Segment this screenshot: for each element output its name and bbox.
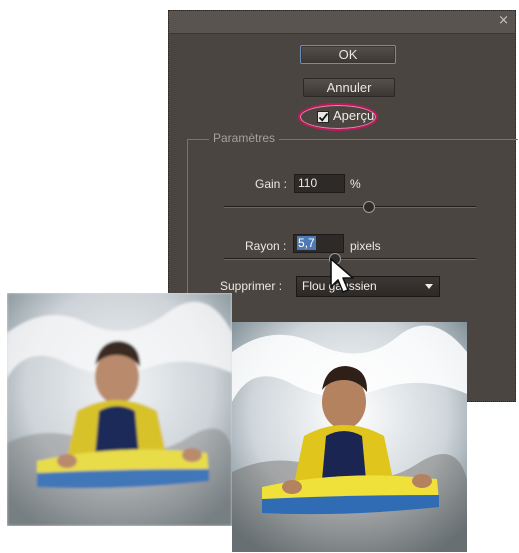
mouse-pointer-icon — [330, 258, 354, 293]
remove-dropdown[interactable]: Flou gaussien — [296, 276, 440, 297]
gain-slider-track[interactable] — [224, 206, 476, 208]
parameters-legend: Paramètres — [209, 131, 280, 145]
radius-label: Rayon : — [245, 239, 287, 253]
gain-input[interactable]: 110 — [294, 174, 345, 193]
remove-label: Supprimer : — [220, 279, 283, 293]
ok-button[interactable]: OK — [300, 45, 396, 64]
cancel-button[interactable]: Annuler — [303, 78, 395, 97]
gain-unit: % — [350, 177, 361, 191]
close-icon[interactable]: × — [498, 13, 509, 29]
radius-input[interactable]: 5,7 — [293, 234, 344, 253]
chevron-down-icon — [425, 284, 433, 289]
photo-after — [232, 322, 467, 552]
checkmark-icon — [318, 112, 329, 122]
radius-unit: pixels — [350, 239, 381, 253]
preview-checkbox[interactable] — [317, 111, 329, 123]
radius-value: 5,7 — [297, 236, 316, 250]
dialog-titlebar[interactable]: × — [169, 11, 515, 34]
preview-checkbox-row[interactable]: Aperçu — [298, 103, 395, 133]
gain-slider-thumb[interactable] — [363, 201, 375, 213]
preview-label: Aperçu — [333, 108, 375, 123]
photo-before — [7, 293, 232, 526]
gain-label: Gain : — [255, 177, 288, 191]
